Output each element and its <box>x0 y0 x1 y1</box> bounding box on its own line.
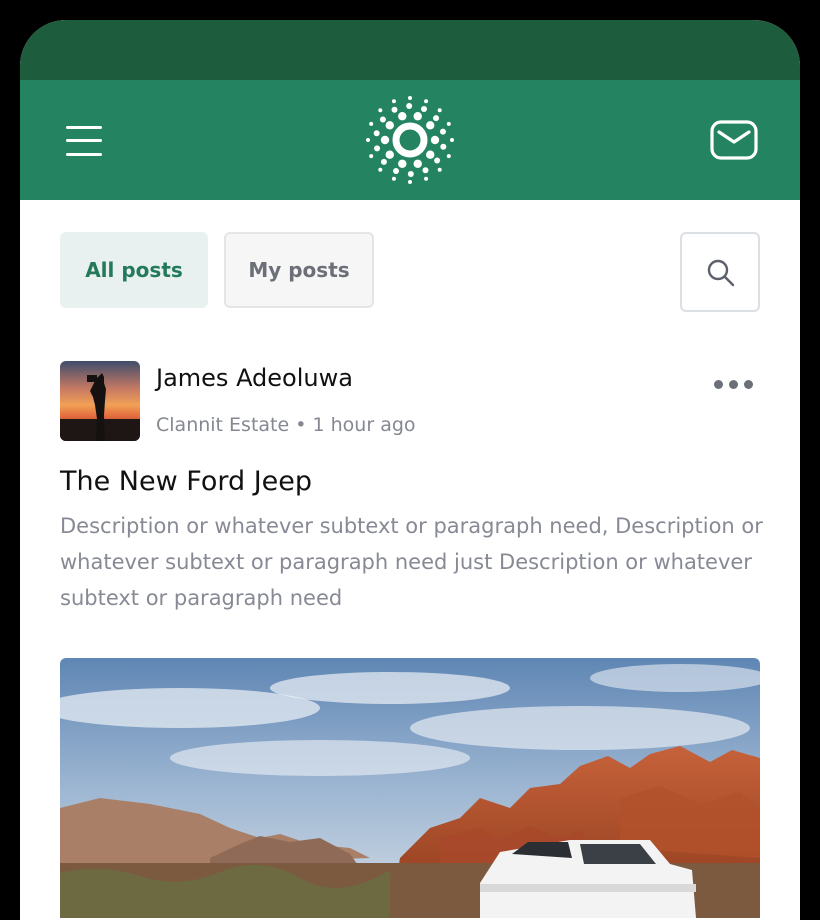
hamburger-menu-icon[interactable] <box>66 122 102 158</box>
author-name[interactable]: James Adeoluwa <box>156 364 353 392</box>
post-description: Description or whatever subtext or parag… <box>60 514 763 610</box>
app-header <box>20 80 800 200</box>
status-bar <box>20 20 800 80</box>
tab-all-posts[interactable]: All posts <box>60 232 208 308</box>
meta-separator: • <box>295 414 307 436</box>
post-title[interactable]: The New Ford Jeep <box>60 466 312 497</box>
post-location: Clannit Estate <box>156 414 290 436</box>
avatar[interactable] <box>60 361 140 441</box>
search-icon <box>707 259 735 287</box>
post-meta: Clannit Estate • 1 hour ago <box>156 414 416 436</box>
phone-screen: All posts My posts James Adeoluwa Clanni… <box>20 20 800 920</box>
app-logo[interactable] <box>364 94 456 186</box>
post-image[interactable] <box>60 658 760 918</box>
post-time: 1 hour ago <box>312 414 416 436</box>
search-button[interactable] <box>680 232 760 312</box>
envelope-icon[interactable] <box>710 120 758 160</box>
more-dots-icon[interactable] <box>714 378 758 390</box>
tab-my-posts[interactable]: My posts <box>224 232 374 308</box>
